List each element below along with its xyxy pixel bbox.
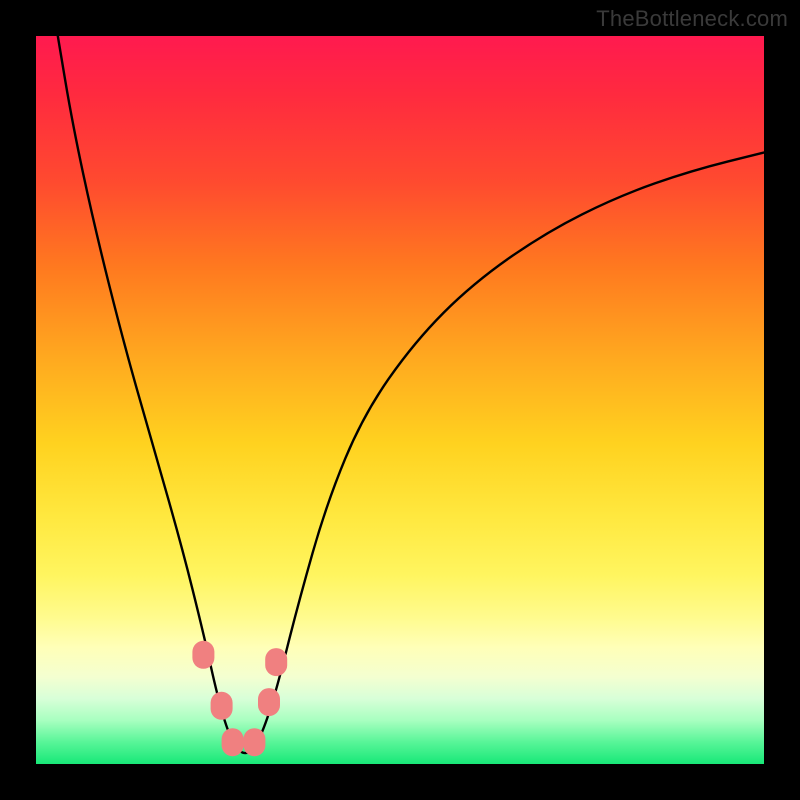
marker-group bbox=[192, 641, 287, 756]
watermark-text: TheBottleneck.com bbox=[596, 6, 788, 32]
dot-right-ascent-1 bbox=[258, 688, 280, 716]
dot-left-descent-2 bbox=[211, 692, 233, 720]
chart-frame: TheBottleneck.com bbox=[0, 0, 800, 800]
chart-svg bbox=[36, 36, 764, 764]
dot-bottom-right bbox=[243, 728, 265, 756]
dot-bottom-left bbox=[222, 728, 244, 756]
dot-right-ascent-2 bbox=[265, 648, 287, 676]
chart-plot-area bbox=[36, 36, 764, 764]
dot-left-descent-1 bbox=[192, 641, 214, 669]
curve-path bbox=[58, 36, 764, 753]
